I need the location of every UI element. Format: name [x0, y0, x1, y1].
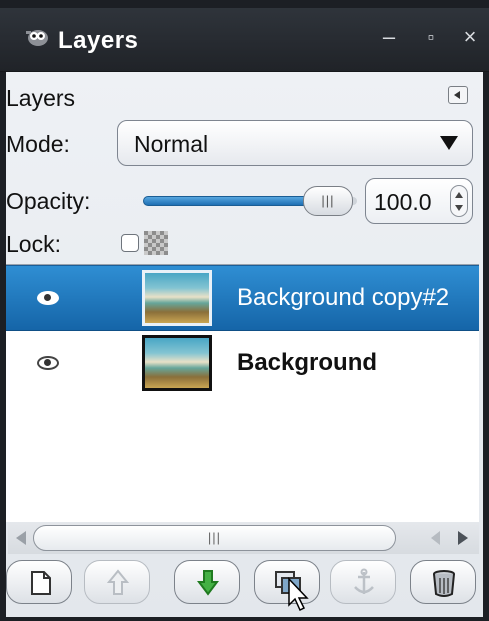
- duplicate-layer-button[interactable]: [254, 560, 320, 612]
- opacity-value[interactable]: 100.0: [374, 189, 432, 216]
- layers-window: Layers – ▫ × Layers Mode: Normal Opacity…: [0, 0, 489, 621]
- opacity-spin-buttons[interactable]: [450, 185, 468, 217]
- scroll-left-arrow-icon[interactable]: [16, 531, 26, 545]
- new-layer-button[interactable]: [6, 560, 72, 604]
- anchor-icon: [354, 568, 374, 594]
- horizontal-scrollbar[interactable]: |||: [8, 522, 479, 554]
- dropdown-arrow-icon: [440, 136, 458, 150]
- lock-label: Lock:: [6, 231, 61, 257]
- window-bottom-edge: [0, 617, 489, 621]
- gimp-mascot-icon: [26, 30, 48, 46]
- layer-buttons-bar: [6, 556, 483, 612]
- maximize-button[interactable]: ▫: [418, 24, 444, 50]
- layer-row-background-copy-2[interactable]: Background copy#2: [6, 265, 479, 331]
- spin-down-icon[interactable]: [455, 205, 463, 211]
- layer-name[interactable]: Background: [237, 349, 377, 377]
- window-title: Layers: [58, 27, 139, 54]
- page-icon: [31, 571, 51, 595]
- layer-name[interactable]: Background copy#2: [237, 284, 449, 312]
- panel-menu-arrow-icon[interactable]: [448, 86, 468, 104]
- scrollbar-thumb[interactable]: |||: [33, 525, 396, 551]
- layer-thumbnail: [142, 335, 212, 391]
- lower-layer-button[interactable]: [174, 560, 240, 604]
- spin-up-icon[interactable]: [455, 192, 463, 198]
- scroll-right-arrow-icon[interactable]: [458, 531, 468, 545]
- opacity-spinbox[interactable]: 100.0: [365, 178, 473, 224]
- opacity-label: Opacity:: [6, 188, 91, 214]
- mode-value: Normal: [134, 131, 209, 157]
- opacity-slider-track[interactable]: [143, 196, 313, 206]
- arrow-up-icon: [106, 569, 130, 595]
- panel-tab-label: Layers: [6, 85, 76, 111]
- opacity-slider-handle[interactable]: |||: [303, 186, 353, 216]
- close-button[interactable]: ×: [457, 24, 483, 50]
- raise-layer-button[interactable]: [84, 560, 150, 604]
- eye-icon[interactable]: [37, 356, 59, 370]
- layer-list[interactable]: Background copy#2 Background: [6, 264, 479, 522]
- layer-row-background[interactable]: Background: [6, 331, 479, 397]
- mode-label: Mode:: [6, 131, 70, 157]
- mode-dropdown[interactable]: Normal: [117, 120, 473, 166]
- trash-icon: [433, 570, 455, 597]
- layer-thumbnail: [142, 270, 212, 326]
- scroll-left-small-arrow-icon[interactable]: [431, 531, 440, 545]
- arrow-down-icon: [197, 570, 219, 596]
- lock-pixels-checkbox[interactable]: [121, 234, 139, 252]
- lock-alpha-checker-icon[interactable]: [144, 231, 168, 255]
- title-bar[interactable]: Layers – ▫ ×: [0, 8, 489, 72]
- minimize-button[interactable]: –: [376, 24, 402, 50]
- anchor-layer-button[interactable]: [330, 560, 396, 604]
- eye-icon[interactable]: [37, 291, 59, 305]
- delete-layer-button[interactable]: [410, 560, 476, 604]
